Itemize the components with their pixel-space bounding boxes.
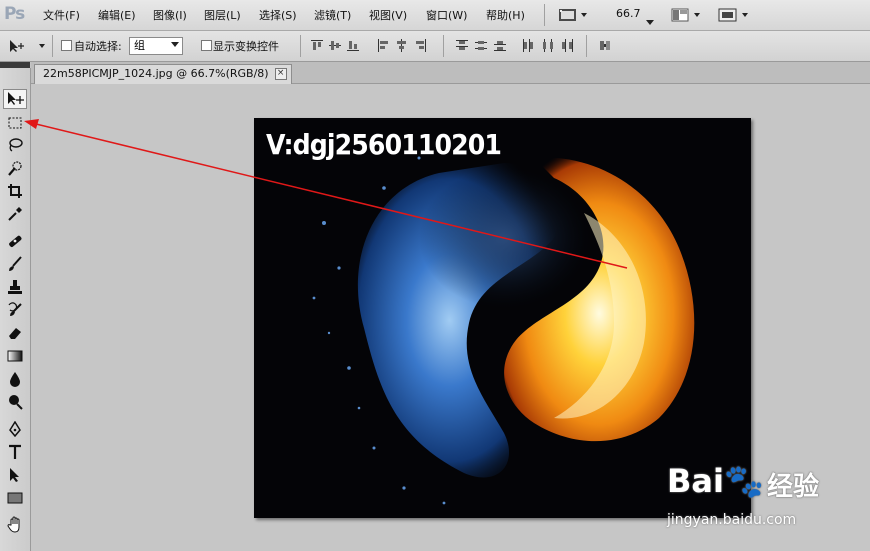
menu-help[interactable]: 帮助(H) xyxy=(486,7,525,23)
photoshop-logo: Ps xyxy=(4,4,25,24)
menu-select[interactable]: 选择(S) xyxy=(259,7,297,23)
history-brush-icon[interactable] xyxy=(3,300,27,320)
hand-icon[interactable] xyxy=(3,515,27,535)
auto-select-label: 自动选择: xyxy=(74,40,122,53)
yin-yang-water-fire-artwork xyxy=(312,156,695,505)
options-separator xyxy=(52,35,53,57)
document-tab-title: 22m58PICMJP_1024.jpg @ 66.7%(RGB/8) xyxy=(43,67,269,80)
align-vertical-center-icon[interactable] xyxy=(328,39,342,52)
menu-image[interactable]: 图像(I) xyxy=(153,7,187,23)
auto-align-layers-icon[interactable] xyxy=(598,39,612,52)
spot-healing-brush-icon[interactable] xyxy=(3,231,27,251)
distribute-vertical-center-icon[interactable] xyxy=(474,39,488,52)
show-transform-checkbox[interactable] xyxy=(201,40,212,51)
clone-stamp-icon[interactable] xyxy=(3,277,27,297)
zoom-dropdown-icon[interactable] xyxy=(646,11,654,30)
rectangle-shape-icon[interactable] xyxy=(3,488,27,508)
options-separator xyxy=(443,35,444,57)
align-horizontal-center-icon[interactable] xyxy=(395,39,409,52)
menu-separator xyxy=(544,4,545,26)
eyedropper-icon[interactable] xyxy=(3,204,27,224)
jingyan-logo-text: 经验 xyxy=(767,472,820,502)
distribute-left-icon[interactable] xyxy=(522,39,536,52)
options-separator xyxy=(300,35,301,57)
watermark-url: jingyan.baidu.com xyxy=(667,512,797,528)
menu-bar: Ps 文件(F) 编辑(E) 图像(I) 图层(L) 选择(S) 滤镜(T) 视… xyxy=(0,0,870,31)
align-left-icon[interactable] xyxy=(377,39,391,52)
rectangular-marquee-icon[interactable] xyxy=(3,113,27,133)
chevron-down-icon xyxy=(171,42,179,47)
distribute-bottom-icon[interactable] xyxy=(493,39,507,52)
auto-select-value: 组 xyxy=(134,39,145,52)
type-icon[interactable] xyxy=(3,442,27,462)
document-image[interactable]: V:dgj2560110201 xyxy=(254,118,751,518)
move-tool-preset-icon[interactable] xyxy=(6,38,46,58)
distribute-right-icon[interactable] xyxy=(560,39,574,52)
brush-icon[interactable] xyxy=(3,254,27,274)
zoom-level[interactable]: 66.7 xyxy=(616,7,641,20)
menu-layer[interactable]: 图层(L) xyxy=(204,7,241,23)
arrange-documents-icon[interactable] xyxy=(671,7,705,27)
auto-select-dropdown[interactable]: 组 xyxy=(129,37,183,55)
close-icon[interactable]: × xyxy=(274,68,287,80)
film-strip-icon[interactable] xyxy=(558,7,590,27)
screen-mode-icon[interactable] xyxy=(718,7,752,27)
move-tool-icon[interactable] xyxy=(3,89,27,109)
menu-filter[interactable]: 滤镜(T) xyxy=(314,7,351,23)
document-tab[interactable]: 22m58PICMJP_1024.jpg @ 66.7%(RGB/8) × xyxy=(34,64,292,84)
gradient-icon[interactable] xyxy=(3,346,27,366)
path-selection-icon[interactable] xyxy=(3,465,27,485)
toolbox xyxy=(0,68,31,551)
distribute-horizontal-center-icon[interactable] xyxy=(541,39,555,52)
distribute-top-icon[interactable] xyxy=(455,39,469,52)
options-bar: 自动选择: 组 显示变换控件 xyxy=(0,31,870,62)
menu-view[interactable]: 视图(V) xyxy=(369,7,407,23)
options-separator xyxy=(586,35,587,57)
crop-icon[interactable] xyxy=(3,181,27,201)
blur-icon[interactable] xyxy=(3,369,27,389)
show-transform-label: 显示变换控件 xyxy=(213,40,279,53)
pen-icon[interactable] xyxy=(3,419,27,439)
menu-window[interactable]: 窗口(W) xyxy=(426,7,467,23)
dodge-icon[interactable] xyxy=(3,392,27,412)
image-overlay-text: V:dgj2560110201 xyxy=(266,128,502,161)
align-top-icon[interactable] xyxy=(310,39,324,52)
menu-edit[interactable]: 编辑(E) xyxy=(98,7,136,23)
auto-select-checkbox[interactable] xyxy=(61,40,72,51)
align-right-icon[interactable] xyxy=(413,39,427,52)
menu-file[interactable]: 文件(F) xyxy=(43,7,80,23)
align-bottom-icon[interactable] xyxy=(346,39,360,52)
quick-selection-icon[interactable] xyxy=(3,158,27,178)
lasso-icon[interactable] xyxy=(3,135,27,155)
baidu-jingyan-watermark: Bai🐾 经验 jingyan.baidu.com xyxy=(667,462,867,532)
baidu-logo-text: Bai🐾 xyxy=(667,462,764,500)
eraser-icon[interactable] xyxy=(3,323,27,343)
document-tab-bar: 22m58PICMJP_1024.jpg @ 66.7%(RGB/8) × xyxy=(31,62,870,84)
